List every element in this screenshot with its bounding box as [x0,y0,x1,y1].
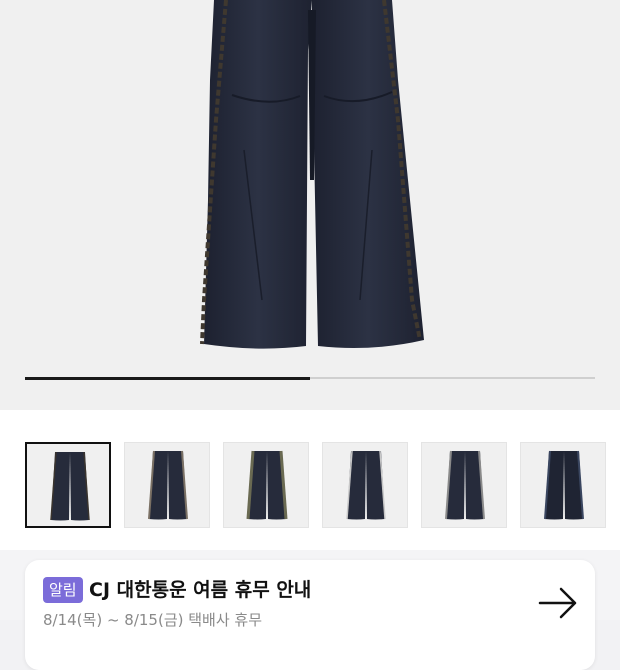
thumbnail-5-image [445,450,485,520]
thumbnail-2-image [148,450,188,520]
gallery-progress-fill [25,376,310,380]
gallery-progress-bar [25,376,595,380]
thumbnail-4[interactable] [322,442,408,528]
thumbnail-1-image [50,451,90,521]
thumbnail-3-image [246,450,288,520]
notice-section: 알림 CJ 대한통운 여름 휴무 안내 8/14(목) ~ 8/15(금) 택배… [0,550,620,670]
thumbnail-6-image [544,450,584,520]
thumbnail-strip [0,410,620,550]
notice-title: CJ 대한통운 여름 휴무 안내 [89,579,312,601]
thumbnail-5[interactable] [421,442,507,528]
notice-badge: 알림 [43,577,83,603]
thumbnail-4-image [346,450,386,520]
notice-card[interactable]: 알림 CJ 대한통운 여름 휴무 안내 8/14(목) ~ 8/15(금) 택배… [25,560,595,670]
thumbnail-2[interactable] [124,442,210,528]
product-main-image[interactable] [0,0,620,410]
thumbnail-1[interactable] [25,442,111,528]
thumbnail-6[interactable] [520,442,606,528]
notice-subtitle: 8/14(목) ~ 8/15(금) 택배사 휴무 [43,611,263,629]
pants-main-illustration [200,0,424,349]
arrow-right-icon[interactable] [537,586,579,620]
thumbnail-3[interactable] [223,442,309,528]
